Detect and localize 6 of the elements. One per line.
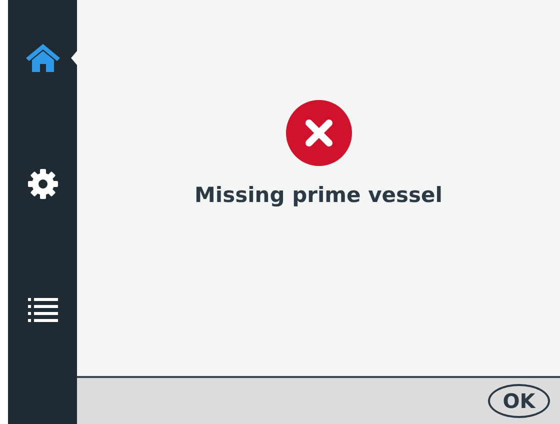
list-icon — [28, 298, 58, 322]
error-icon — [286, 100, 352, 166]
settings-icon — [26, 168, 58, 200]
message-text: Missing prime vessel — [194, 182, 442, 209]
home-icon — [24, 43, 60, 73]
ok-button[interactable]: OK — [488, 384, 550, 418]
